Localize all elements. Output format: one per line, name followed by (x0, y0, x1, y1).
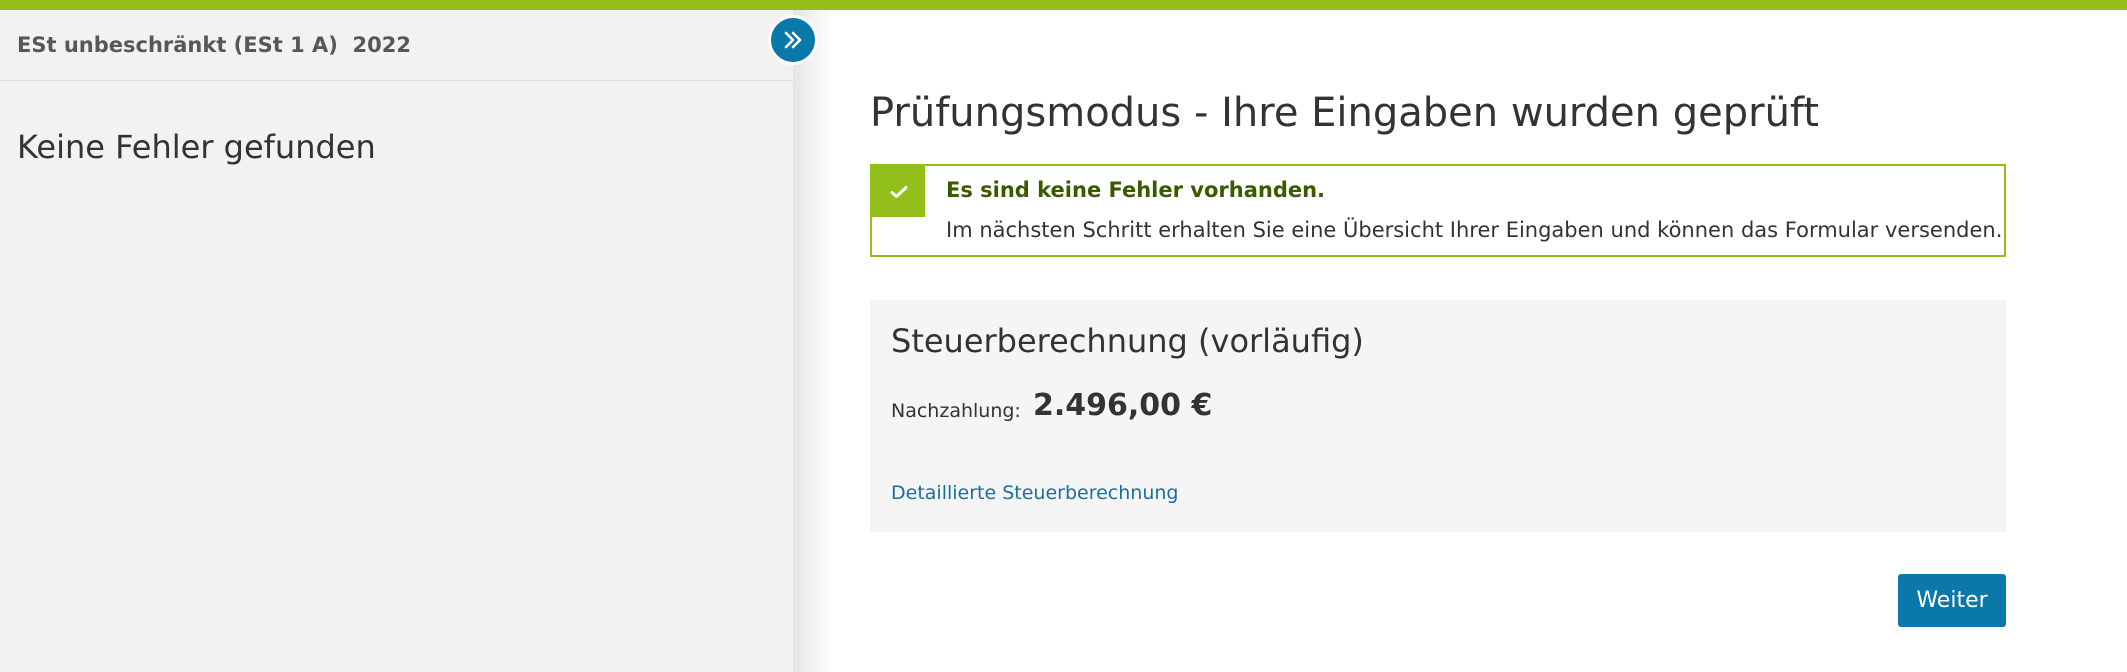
sidebar: ESt unbeschränkt (ESt 1 A) 2022 Keine Fe… (0, 10, 793, 672)
success-text: Im nächsten Schritt erhalten Sie eine Üb… (946, 218, 2003, 242)
form-title: ESt unbeschränkt (ESt 1 A) 2022 (17, 33, 411, 57)
tax-calculation-title: Steuerberechnung (vorläufig) (891, 322, 1364, 360)
no-errors-message: Keine Fehler gefunden (17, 128, 376, 166)
success-message-box: Es sind keine Fehler vorhanden. Im nächs… (870, 164, 2006, 257)
success-title: Es sind keine Fehler vorhanden. (946, 178, 1326, 202)
check-icon (890, 185, 907, 198)
success-icon-box (872, 166, 925, 217)
double-chevron-right-icon (784, 31, 802, 49)
page-title: Prüfungsmodus - Ihre Eingaben wurden gep… (870, 90, 1819, 136)
tax-calculation-panel: Steuerberechnung (vorläufig) Nachzahlung… (870, 300, 2006, 532)
sidebar-shadow (793, 10, 833, 672)
detailed-calculation-link[interactable]: Detaillierte Steuerberechnung (891, 482, 1178, 504)
payment-amount: 2.496,00 € (1033, 388, 1213, 423)
top-accent-bar (0, 0, 2127, 10)
sidebar-header: ESt unbeschränkt (ESt 1 A) 2022 (0, 10, 793, 81)
collapse-sidebar-button[interactable] (768, 15, 818, 65)
next-button[interactable]: Weiter (1898, 574, 2006, 627)
payment-label: Nachzahlung: (891, 400, 1021, 422)
